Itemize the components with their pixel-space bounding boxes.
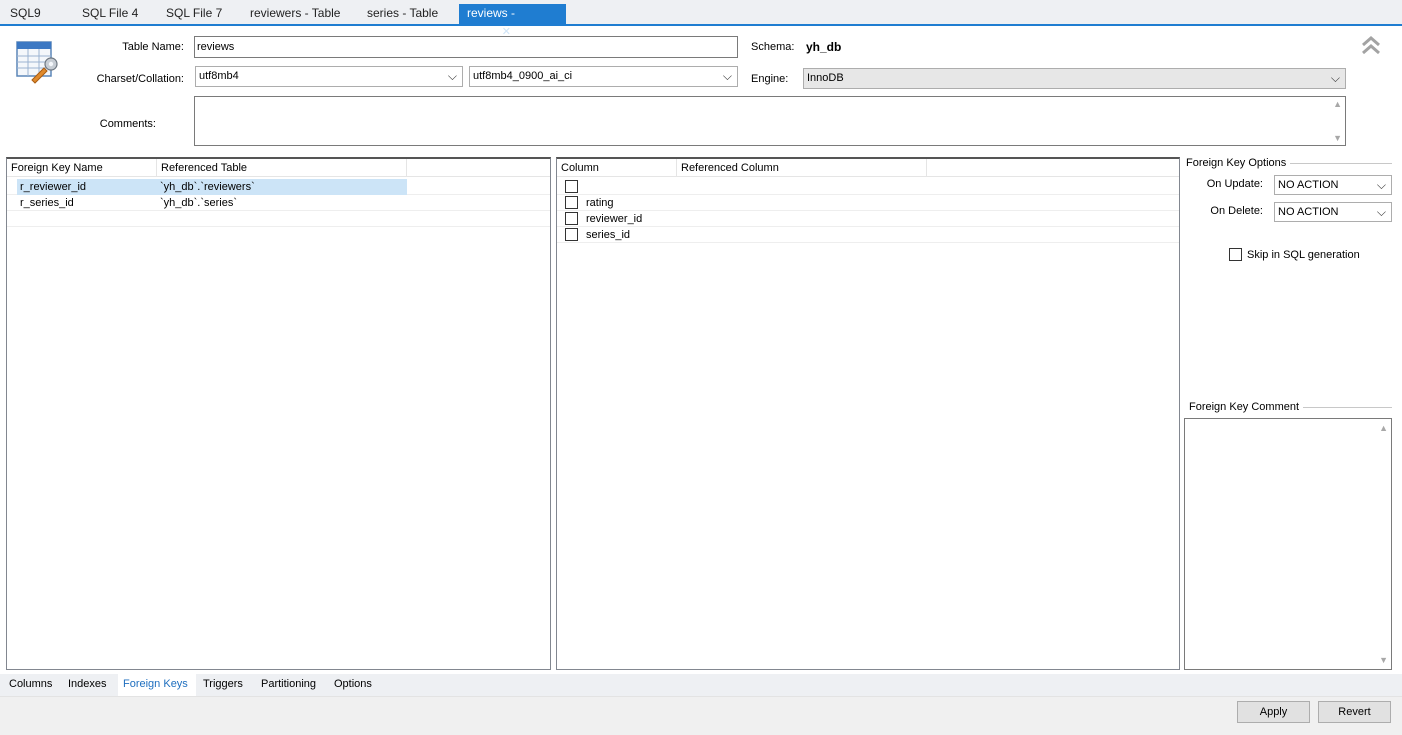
on-delete-select[interactable]: NO ACTION ⌵ [1274,202,1392,222]
schema-label: Schema: [751,41,795,53]
referenced-table-cell[interactable]: `yh_db`.`series` [157,195,407,211]
table-name-input[interactable]: reviews [194,36,738,58]
skip-sql-checkbox[interactable] [1229,248,1242,261]
on-update-label: On Update: [1206,178,1263,190]
scroll-down-icon[interactable]: ▼ [1379,655,1388,665]
collation-value: utf8mb4_0900_ai_ci [473,70,573,82]
tab-series-table[interactable]: series - Table [359,4,446,24]
tab-label: SQL9 [10,6,41,20]
subtab-triggers[interactable]: Triggers [198,674,248,696]
column-name-cell: reviewer_id [586,213,643,225]
tab-reviews-table[interactable]: reviews - Table ✕ [459,4,566,38]
comments-textarea[interactable]: ▲ ▼ [194,96,1346,146]
column-name-cell: rating [586,197,614,209]
column-checkbox[interactable] [565,228,578,241]
subtab-indexes[interactable]: Indexes [63,674,112,696]
fk-name-cell[interactable]: r_reviewer_id [17,179,157,195]
chevron-down-icon: ⌵ [722,69,732,83]
scroll-up-icon[interactable]: ▲ [1333,99,1342,109]
table-row[interactable]: rating [557,195,1179,211]
column-checkbox[interactable] [565,180,578,193]
engine-select[interactable]: InnoDB ⌵ [803,68,1346,89]
column-header-fk-name[interactable]: Foreign Key Name [7,159,157,177]
editor-subtab-strip: Columns Indexes Foreign Keys Triggers Pa… [0,674,1402,696]
fk-comment-textarea[interactable]: ▲ ▼ [1184,418,1392,670]
tab-label: SQL File 4 [82,6,139,20]
chevron-down-icon: ⌵ [1376,205,1386,219]
fk-comment-title: Foreign Key Comment [1186,401,1304,413]
subtab-foreign-keys[interactable]: Foreign Keys [118,674,196,696]
apply-button[interactable]: Apply [1237,701,1310,723]
engine-value: InnoDB [807,72,844,84]
referenced-table-cell[interactable]: `yh_db`.`reviewers` [157,179,407,195]
column-name-cell [583,179,673,195]
tab-label: reviewers - Table [250,6,341,20]
table-row[interactable] [557,179,1179,195]
table-name-label: Table Name: [122,41,184,53]
scroll-up-icon[interactable]: ▲ [1379,423,1388,433]
column-header-referenced-table[interactable]: Referenced Table [157,159,407,177]
table-row[interactable]: series_id [557,227,1179,243]
tab-sql-file-7[interactable]: SQL File 7 [158,4,230,24]
grid-header: Column Referenced Column [557,159,1179,177]
revert-button[interactable]: Revert [1318,701,1391,723]
column-checkbox[interactable] [565,212,578,225]
tab-label: SQL File 7 [166,6,223,20]
charset-value: utf8mb4 [199,70,239,82]
table-wrench-icon [14,40,60,84]
on-update-value: NO ACTION [1278,179,1339,191]
editor-footer: Apply Revert [0,696,1402,735]
tab-sql-file-4[interactable]: SQL File 4 [74,4,146,24]
scroll-down-icon[interactable]: ▼ [1333,133,1342,143]
column-header-column[interactable]: Column [557,159,677,177]
chevron-down-icon: ⌵ [1330,71,1340,85]
on-delete-value: NO ACTION [1278,206,1339,218]
table-row[interactable]: r_reviewer_id `yh_db`.`reviewers` [7,179,550,195]
fk-column-grid: Column Referenced Column rating reviewer… [556,157,1180,670]
column-checkbox[interactable] [565,196,578,209]
column-header-referenced-column[interactable]: Referenced Column [677,159,927,177]
tab-label: series - Table [367,6,439,20]
editor-tab-strip: SQL9 SQL File 4 SQL File 7 reviewers - T… [0,0,1402,38]
table-row[interactable]: r_series_id `yh_db`.`series` [7,195,550,211]
on-delete-label: On Delete: [1210,205,1263,217]
double-chevron-up-icon[interactable] [1360,34,1382,56]
chevron-down-icon: ⌵ [447,69,457,83]
subtab-options[interactable]: Options [329,674,377,696]
fk-name-cell[interactable]: r_series_id [17,195,157,211]
grid-header: Foreign Key Name Referenced Table [7,159,550,177]
chevron-down-icon: ⌵ [1376,178,1386,192]
foreign-key-grid: Foreign Key Name Referenced Table r_revi… [6,157,551,670]
table-row[interactable]: reviewer_id [557,211,1179,227]
engine-label: Engine: [751,73,789,85]
collation-select[interactable]: utf8mb4_0900_ai_ci ⌵ [469,66,738,87]
comments-label: Comments: [99,118,156,130]
charset-select[interactable]: utf8mb4 ⌵ [195,66,463,87]
tab-sql9[interactable]: SQL9 [2,4,49,24]
tab-reviewers-table[interactable]: reviewers - Table [242,4,348,24]
subtab-columns[interactable]: Columns [4,674,57,696]
on-update-select[interactable]: NO ACTION ⌵ [1274,175,1392,195]
skip-sql-label: Skip in SQL generation [1247,249,1360,261]
fk-options-title: Foreign Key Options [1186,157,1291,169]
table-row-empty[interactable] [7,211,550,227]
charset-collation-label: Charset/Collation: [96,73,184,85]
column-name-cell: series_id [586,229,631,241]
schema-value: yh_db [806,40,842,54]
subtab-partitioning[interactable]: Partitioning [256,674,321,696]
